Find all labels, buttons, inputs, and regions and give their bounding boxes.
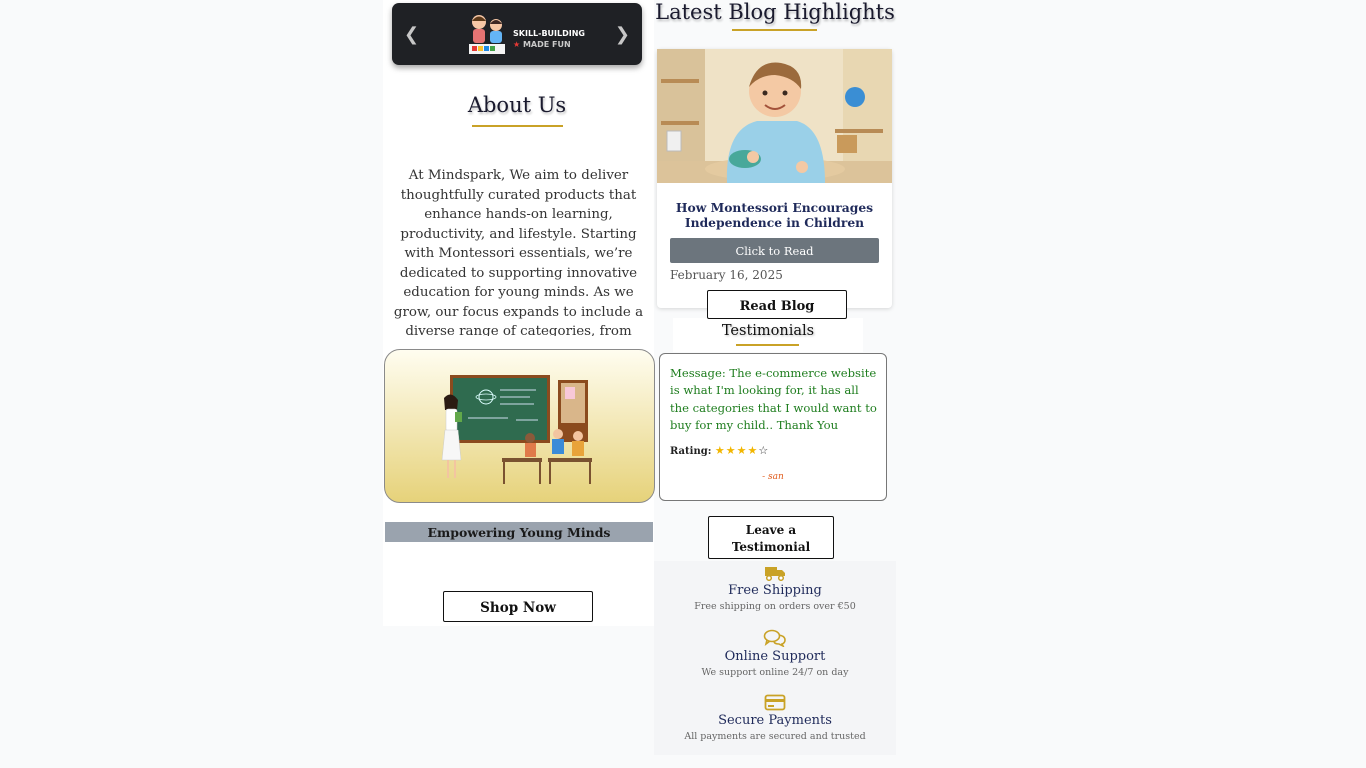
- brand-line-2-text: MADE FUN: [522, 40, 571, 49]
- blog-post-date: February 16, 2025: [670, 268, 783, 282]
- testimonial-message: Message: The e-commerce website is what …: [670, 366, 877, 432]
- credit-card-icon: [764, 694, 786, 711]
- chevron-right-icon[interactable]: ❯: [615, 24, 630, 45]
- blog-section-title: Latest Blog Highlights: [655, 0, 895, 24]
- leave-testimonial-button[interactable]: Leave a Testimonial: [708, 516, 834, 559]
- blog-title-underline: [732, 29, 817, 31]
- feature-online-support: Online Support We support online 24/7 on…: [654, 629, 896, 678]
- feature-title: Online Support: [724, 649, 826, 664]
- toddler-illustration: [657, 49, 892, 183]
- stars-filled: ★★★★: [714, 444, 759, 457]
- testimonials-title: Testimonials: [721, 323, 815, 339]
- about-title: About Us: [467, 93, 567, 117]
- feature-description: We support online 24/7 on day: [701, 667, 849, 678]
- feature-free-shipping: Free Shipping Free shipping on orders ov…: [654, 565, 896, 612]
- star-icon: ★: [513, 40, 521, 49]
- truck-icon: [765, 567, 785, 581]
- blog-testimonials-section: Latest Blog Highlights How Montessori En…: [654, 0, 896, 768]
- feature-title: Free Shipping: [728, 583, 822, 598]
- feature-description: Free shipping on orders over €50: [694, 601, 856, 612]
- chat-bubbles-icon: [763, 629, 786, 647]
- feature-title: Secure Payments: [718, 713, 832, 728]
- teacher-classroom-card: [384, 349, 655, 503]
- testimonial-rating: Rating: ★★★★☆: [670, 444, 769, 457]
- blog-post-title[interactable]: How Montessori Encourages Independence i…: [667, 200, 882, 230]
- shop-now-button[interactable]: Shop Now: [443, 591, 593, 622]
- feature-description: All payments are secured and trusted: [684, 731, 866, 742]
- blog-post-image[interactable]: [657, 49, 892, 183]
- brand-line-2: ★ MADE FUN: [513, 39, 585, 50]
- about-description: At Mindspark, We aim to deliver thoughtf…: [393, 168, 644, 336]
- feature-secure-payments: Secure Payments All payments are secured…: [654, 694, 896, 742]
- about-section: ❮ SKILL-BUILDING ★ MADE FUN ❯ About Us A…: [383, 0, 655, 626]
- testimonial-author: - san: [762, 472, 784, 482]
- about-title-underline: [472, 125, 563, 127]
- hero-carousel[interactable]: ❮ SKILL-BUILDING ★ MADE FUN ❯: [392, 3, 642, 65]
- testimonial-card: Message: The e-commerce website is what …: [659, 353, 887, 501]
- chevron-left-icon[interactable]: ❮: [404, 24, 419, 45]
- kids-illustration: [469, 15, 505, 54]
- empowering-banner: Empowering Young Minds: [385, 522, 653, 542]
- features-list: Free Shipping Free shipping on orders ov…: [654, 561, 896, 755]
- brand-line-1: SKILL-BUILDING: [513, 29, 585, 38]
- classroom-illustration: [441, 375, 592, 484]
- star-rating-icon: ★★★★☆: [715, 444, 769, 457]
- read-blog-button[interactable]: Read Blog: [707, 290, 847, 319]
- rating-label: Rating:: [670, 446, 712, 457]
- carousel-brand-text: SKILL-BUILDING ★ MADE FUN: [513, 28, 585, 50]
- click-to-read-button[interactable]: Click to Read: [670, 238, 879, 263]
- testimonials-title-underline: [736, 344, 799, 346]
- stars-empty: ☆: [758, 444, 770, 457]
- blog-post-card: How Montessori Encourages Independence i…: [657, 49, 892, 308]
